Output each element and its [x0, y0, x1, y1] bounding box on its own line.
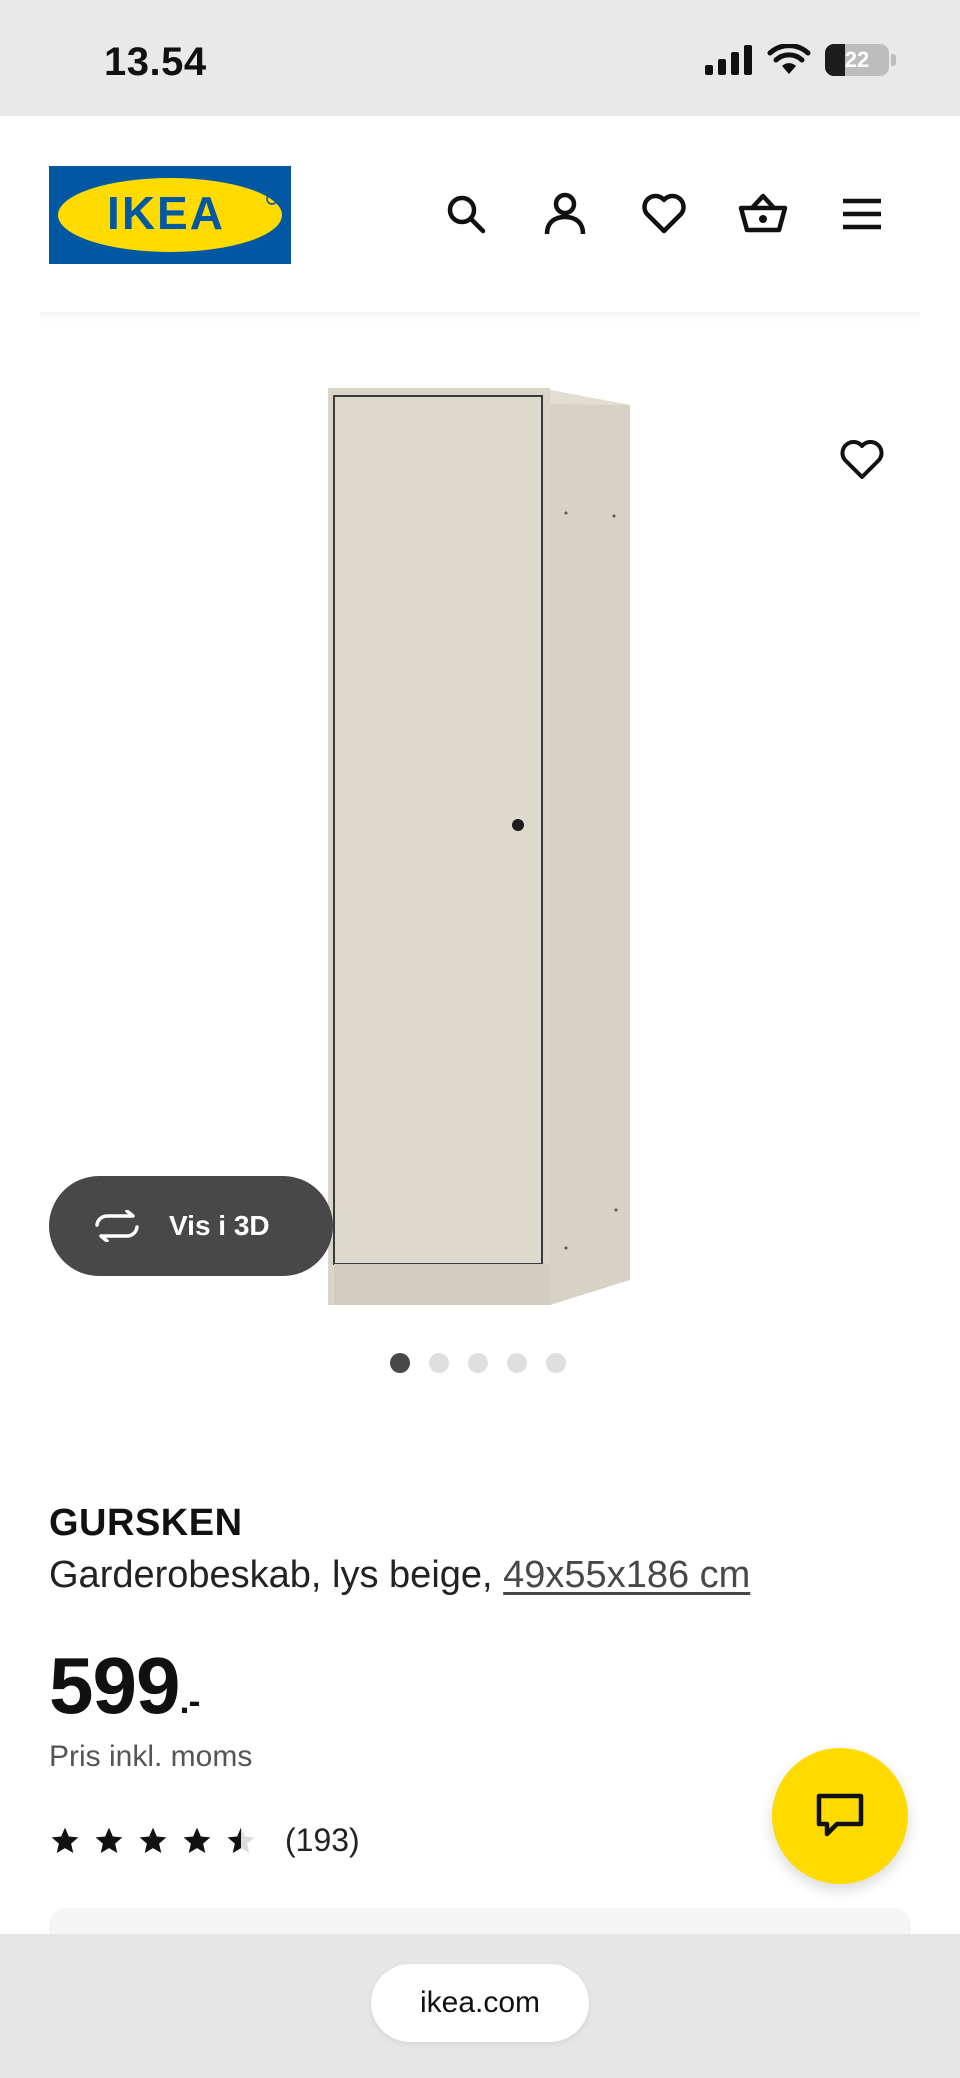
basket-icon[interactable] — [735, 186, 791, 242]
carousel-dot[interactable] — [390, 1353, 410, 1373]
site-header: IKEA — [0, 116, 960, 312]
url-bar[interactable]: ikea.com — [371, 1964, 589, 2042]
add-to-favourites-icon[interactable] — [834, 432, 890, 488]
cellular-signal-icon — [705, 45, 752, 75]
product-rating[interactable]: (193) — [49, 1822, 360, 1859]
view-in-3d-button[interactable]: Vis i 3D — [49, 1176, 333, 1276]
carousel-dot[interactable] — [507, 1353, 527, 1373]
half-star-icon — [227, 1827, 255, 1853]
review-count: (193) — [285, 1822, 360, 1858]
rotate-3d-icon — [95, 1210, 139, 1242]
carousel-dot[interactable] — [429, 1353, 449, 1373]
product-description: Garderobeskab, lys beige, 49x55x186 cm — [49, 1554, 750, 1597]
ikea-logo[interactable]: IKEA — [49, 166, 291, 264]
battery-icon: 22 — [825, 44, 889, 76]
product-image — [328, 388, 630, 1305]
price-note: Pris inkl. moms — [49, 1740, 253, 1773]
status-time: 13.54 — [104, 40, 207, 84]
product-name: GURSKEN — [49, 1502, 243, 1544]
status-icons: 22 — [705, 44, 896, 76]
star-icon — [95, 1827, 123, 1853]
star-icon — [183, 1827, 211, 1853]
logo-text: IKEA — [107, 187, 225, 239]
price-suffix: .- — [179, 1680, 200, 1721]
menu-icon[interactable] — [834, 186, 890, 242]
chat-button[interactable] — [772, 1748, 908, 1884]
star-icon — [139, 1827, 167, 1853]
carousel-dot[interactable] — [468, 1353, 488, 1373]
product-dimensions-link[interactable]: 49x55x186 cm — [503, 1554, 750, 1596]
search-icon[interactable] — [438, 186, 494, 242]
chat-icon — [816, 1793, 864, 1837]
status-bar: 13.54 22 — [0, 0, 960, 116]
star-icon — [51, 1827, 79, 1853]
browser-bar: ikea.com — [0, 1934, 960, 2078]
carousel-indicator — [390, 1353, 566, 1373]
wifi-icon — [767, 44, 811, 74]
view-in-3d-label: Vis i 3D — [169, 1210, 270, 1241]
heart-icon[interactable] — [636, 186, 692, 242]
product-type: Garderobeskab, lys beige, — [49, 1554, 493, 1596]
carousel-dot[interactable] — [546, 1353, 566, 1373]
header-divider — [40, 312, 920, 322]
battery-level: 22 — [844, 47, 870, 72]
product-price: 599.- — [49, 1640, 200, 1732]
price-value: 599 — [49, 1641, 180, 1730]
account-icon[interactable] — [537, 186, 593, 242]
